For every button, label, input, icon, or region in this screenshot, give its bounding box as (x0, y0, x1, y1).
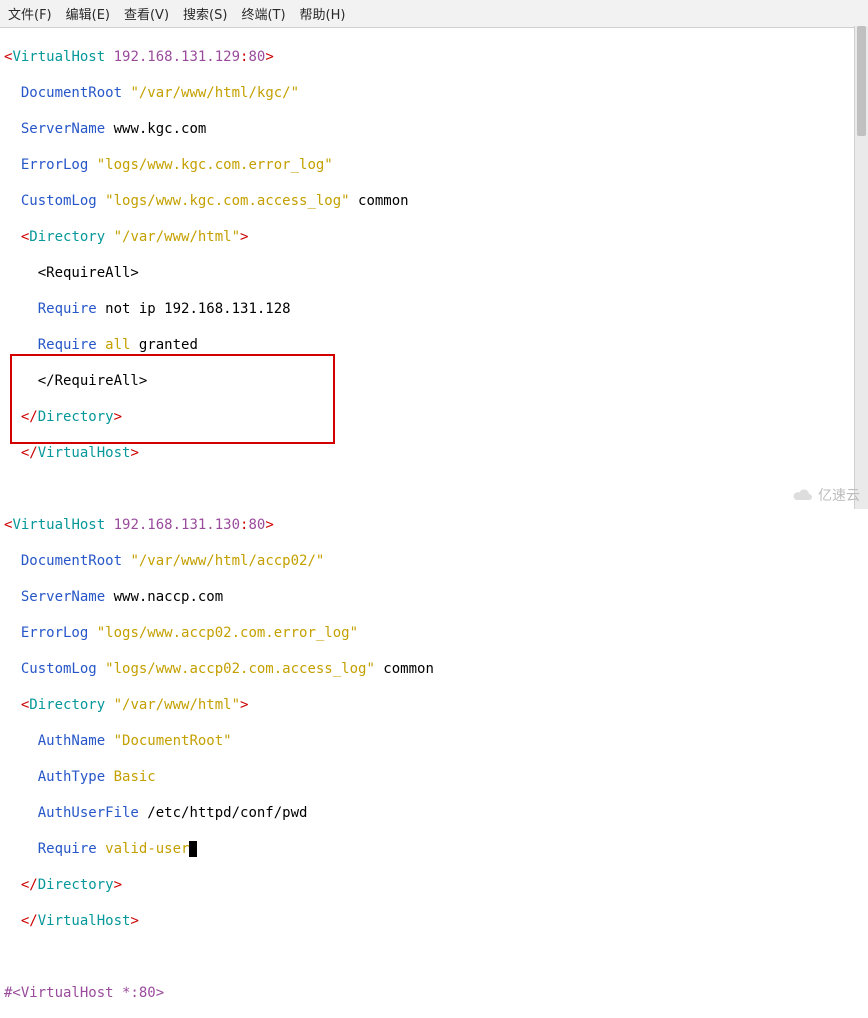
menu-terminal[interactable]: 终端(T) (241, 4, 285, 23)
menu-search[interactable]: 搜索(S) (183, 4, 227, 23)
code-line: CustomLog "logs/www.accp02.com.access_lo… (4, 660, 864, 678)
code-line: Require not ip 192.168.131.128 (4, 300, 864, 318)
code-line: <Directory "/var/www/html"> (4, 228, 864, 246)
code-line: <Directory "/var/www/html"> (4, 696, 864, 714)
scrollbar-thumb[interactable] (857, 26, 866, 136)
code-line: </VirtualHost> (4, 912, 864, 930)
menu-help[interactable]: 帮助(H) (300, 4, 346, 23)
code-line: <VirtualHost 192.168.131.129:80> (4, 48, 864, 66)
code-line: </Directory> (4, 876, 864, 894)
menubar: 文件(F) 编辑(E) 查看(V) 搜索(S) 终端(T) 帮助(H) (0, 0, 868, 28)
code-line: </VirtualHost> (4, 444, 864, 462)
code-line: AuthName "DocumentRoot" (4, 732, 864, 750)
code-line: ErrorLog "logs/www.accp02.com.error_log" (4, 624, 864, 642)
watermark: 亿速云 (792, 485, 860, 505)
code-line: Require valid-user (4, 840, 864, 858)
code-line: CustomLog "logs/www.kgc.com.access_log" … (4, 192, 864, 210)
menu-file[interactable]: 文件(F) (8, 4, 52, 23)
scrollbar-vertical[interactable] (854, 26, 868, 509)
code-line: AuthUserFile /etc/httpd/conf/pwd (4, 804, 864, 822)
menu-edit[interactable]: 编辑(E) (66, 4, 110, 23)
code-line: </Directory> (4, 408, 864, 426)
code-line (4, 480, 864, 498)
code-line: </RequireAll> (4, 372, 864, 390)
code-line: Require all granted (4, 336, 864, 354)
code-line: ServerName www.naccp.com (4, 588, 864, 606)
text-cursor (189, 841, 197, 857)
code-line: <VirtualHost 192.168.131.130:80> (4, 516, 864, 534)
cloud-icon (792, 487, 814, 503)
code-line: DocumentRoot "/var/www/html/kgc/" (4, 84, 864, 102)
code-line: ServerName www.kgc.com (4, 120, 864, 138)
code-line: #<VirtualHost *:80> (4, 984, 864, 1002)
code-line: AuthType Basic (4, 768, 864, 786)
code-line: <RequireAll> (4, 264, 864, 282)
code-line: ErrorLog "logs/www.kgc.com.error_log" (4, 156, 864, 174)
menu-view[interactable]: 查看(V) (124, 4, 169, 23)
highlight-box (10, 354, 335, 444)
code-line (4, 948, 864, 966)
code-line: DocumentRoot "/var/www/html/accp02/" (4, 552, 864, 570)
editor-area[interactable]: <VirtualHost 192.168.131.129:80> Documen… (0, 28, 868, 1018)
